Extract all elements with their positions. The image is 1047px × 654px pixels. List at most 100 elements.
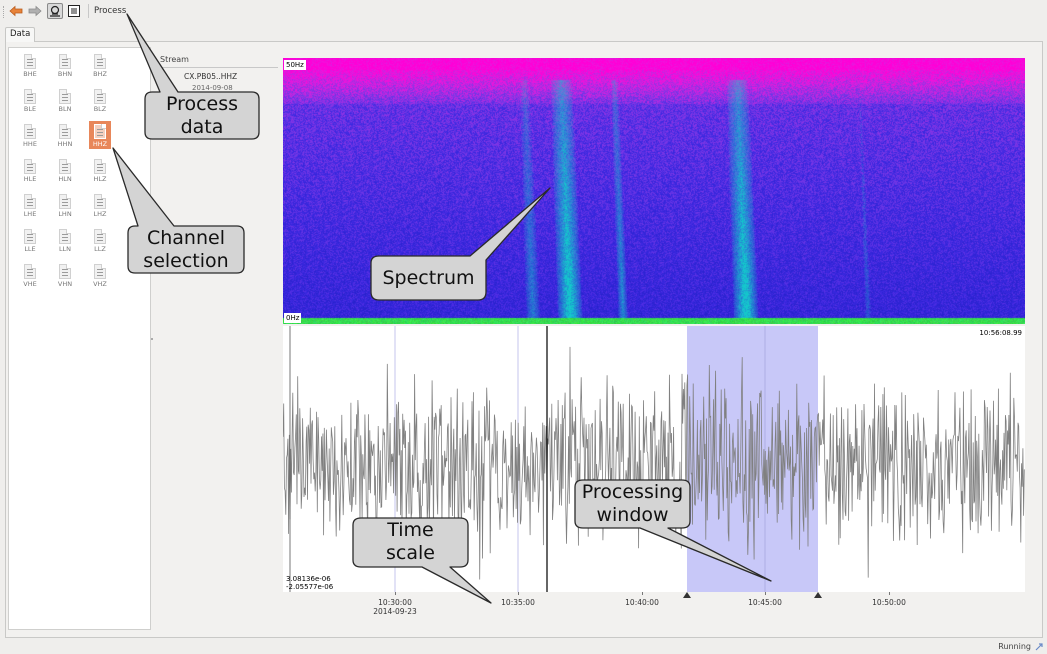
process-menu[interactable]: Process: [94, 6, 126, 16]
time-tick-mark: [518, 592, 519, 595]
channel-label: HHZ: [92, 140, 108, 148]
channel-label: LLE: [24, 245, 36, 253]
file-icon: [94, 229, 106, 244]
time-tick-label: 10:35:00: [501, 598, 535, 607]
channel-label: VHN: [57, 280, 73, 288]
channel-item-llz[interactable]: LLZ: [89, 226, 111, 254]
window-handle-marker[interactable]: [814, 592, 822, 598]
back-button[interactable]: [8, 3, 24, 19]
channel-label: BHN: [57, 70, 73, 78]
channel-item-vhe[interactable]: VHE: [19, 261, 41, 289]
file-icon: [24, 229, 36, 244]
channel-item-bhz[interactable]: BHZ: [89, 51, 111, 79]
file-icon: [24, 54, 36, 69]
channel-item-lhe[interactable]: LHE: [19, 191, 41, 219]
callout-processing-window: Processing window: [581, 481, 684, 526]
time-tick-mark: [395, 592, 396, 595]
channel-item-hle[interactable]: HLE: [19, 156, 41, 184]
channel-item-lhn[interactable]: LHN: [54, 191, 76, 219]
time-tick-label: 10:40:00: [625, 598, 659, 607]
stream-item-date: 2014-09-08: [192, 84, 233, 92]
channel-label: LHN: [58, 210, 72, 218]
channel-label: VHZ: [93, 280, 107, 288]
channel-label: HHN: [57, 140, 73, 148]
time-axis-date: 2014-09-23: [373, 607, 417, 616]
channel-item-bhn[interactable]: BHN: [54, 51, 76, 79]
stream-panel: Stream CX.PB05..HHZ 2014-09-08: [152, 47, 280, 247]
channel-item-blz[interactable]: BLZ: [89, 86, 111, 114]
file-icon: [24, 124, 36, 139]
toolbar-separator: [88, 4, 89, 18]
spectrogram-freq-bottom: 0Hz: [284, 313, 302, 323]
file-icon: [94, 54, 106, 69]
channel-label: BLE: [23, 105, 37, 113]
stream-item-name[interactable]: CX.PB05..HHZ: [184, 72, 237, 81]
callout-process-data: Process data: [165, 93, 239, 138]
toolbar-grip[interactable]: [3, 6, 5, 18]
file-icon: [24, 264, 36, 279]
file-icon: [24, 159, 36, 174]
file-icon: [59, 229, 71, 244]
file-icon: [59, 54, 71, 69]
file-icon: [59, 264, 71, 279]
file-icon: [24, 89, 36, 104]
status-text: Running: [998, 642, 1031, 651]
channel-label: LHE: [23, 210, 37, 218]
stream-header-divider: [160, 67, 278, 68]
stream-column-header[interactable]: Stream: [160, 55, 189, 64]
time-tick-label: 10:30:00: [378, 598, 412, 607]
channel-label: BHE: [23, 70, 37, 78]
toolbar: Process: [0, 0, 1047, 24]
channel-label: HLZ: [93, 175, 107, 183]
file-icon: [59, 194, 71, 209]
channel-item-vhz[interactable]: VHZ: [89, 261, 111, 289]
channel-item-lln[interactable]: LLN: [54, 226, 76, 254]
channel-item-hhe[interactable]: HHE: [19, 121, 41, 149]
spectrogram-freq-top: 50Hz: [284, 60, 306, 70]
channel-item-ble[interactable]: BLE: [19, 86, 41, 114]
zoom-scope-icon: [50, 5, 60, 17]
channel-item-bhe[interactable]: BHE: [19, 51, 41, 79]
callout-time-scale: Time scale: [386, 519, 435, 564]
channel-item-hln[interactable]: HLN: [54, 156, 76, 184]
channel-label: HLE: [23, 175, 37, 183]
channel-item-hlz[interactable]: HLZ: [89, 156, 111, 184]
tab-data[interactable]: Data: [5, 27, 36, 42]
channel-label: BLZ: [93, 105, 107, 113]
amplitude-min-label: -2.05577e-06: [286, 583, 334, 591]
forward-button[interactable]: [27, 3, 43, 19]
file-icon: [59, 89, 71, 104]
channel-label: BLN: [58, 105, 72, 113]
callout-spectrum: Spectrum: [382, 267, 475, 289]
channel-item-hhz[interactable]: HHZ: [89, 121, 111, 149]
channel-item-lhz[interactable]: LHZ: [89, 191, 111, 219]
back-arrow-icon: [9, 5, 23, 17]
time-tick-label: 10:50:00: [872, 598, 906, 607]
file-icon: [59, 124, 71, 139]
time-tick-mark: [889, 592, 890, 595]
file-icon: [94, 159, 106, 174]
channel-item-lle[interactable]: LLE: [19, 226, 41, 254]
channel-label: BHZ: [93, 70, 107, 78]
channel-item-vhn[interactable]: VHN: [54, 261, 76, 289]
file-icon: [59, 159, 71, 174]
channel-item-hhn[interactable]: HHN: [54, 121, 76, 149]
time-axis: 10:30:00 10:35:00 10:40:00 10:45:00 10:50:00…: [283, 592, 1025, 622]
panel-splitter-handle[interactable]: [151, 338, 153, 340]
menu-button[interactable]: [66, 3, 82, 19]
channel-label: LLZ: [94, 245, 106, 253]
time-tick-mark: [642, 592, 643, 595]
end-time-label: 10:56:08.99: [977, 328, 1024, 338]
file-icon: [94, 89, 106, 104]
file-icon: [94, 124, 106, 139]
list-menu-icon: [68, 5, 80, 17]
file-icon: [94, 194, 106, 209]
callout-channel-selection: Channel selection: [143, 227, 229, 272]
channel-item-bln[interactable]: BLN: [54, 86, 76, 114]
time-tick-label: 10:45:00: [748, 598, 782, 607]
zoom-toggle-button[interactable]: [47, 3, 63, 19]
channel-label: HHE: [23, 140, 37, 148]
channel-list: BHE BHN BHZ BLE BLN BLZ HHE HHN HHZ HLE HLN HLZ LHE L…: [8, 47, 151, 630]
window-handle-marker[interactable]: [683, 592, 691, 598]
file-icon: [24, 194, 36, 209]
